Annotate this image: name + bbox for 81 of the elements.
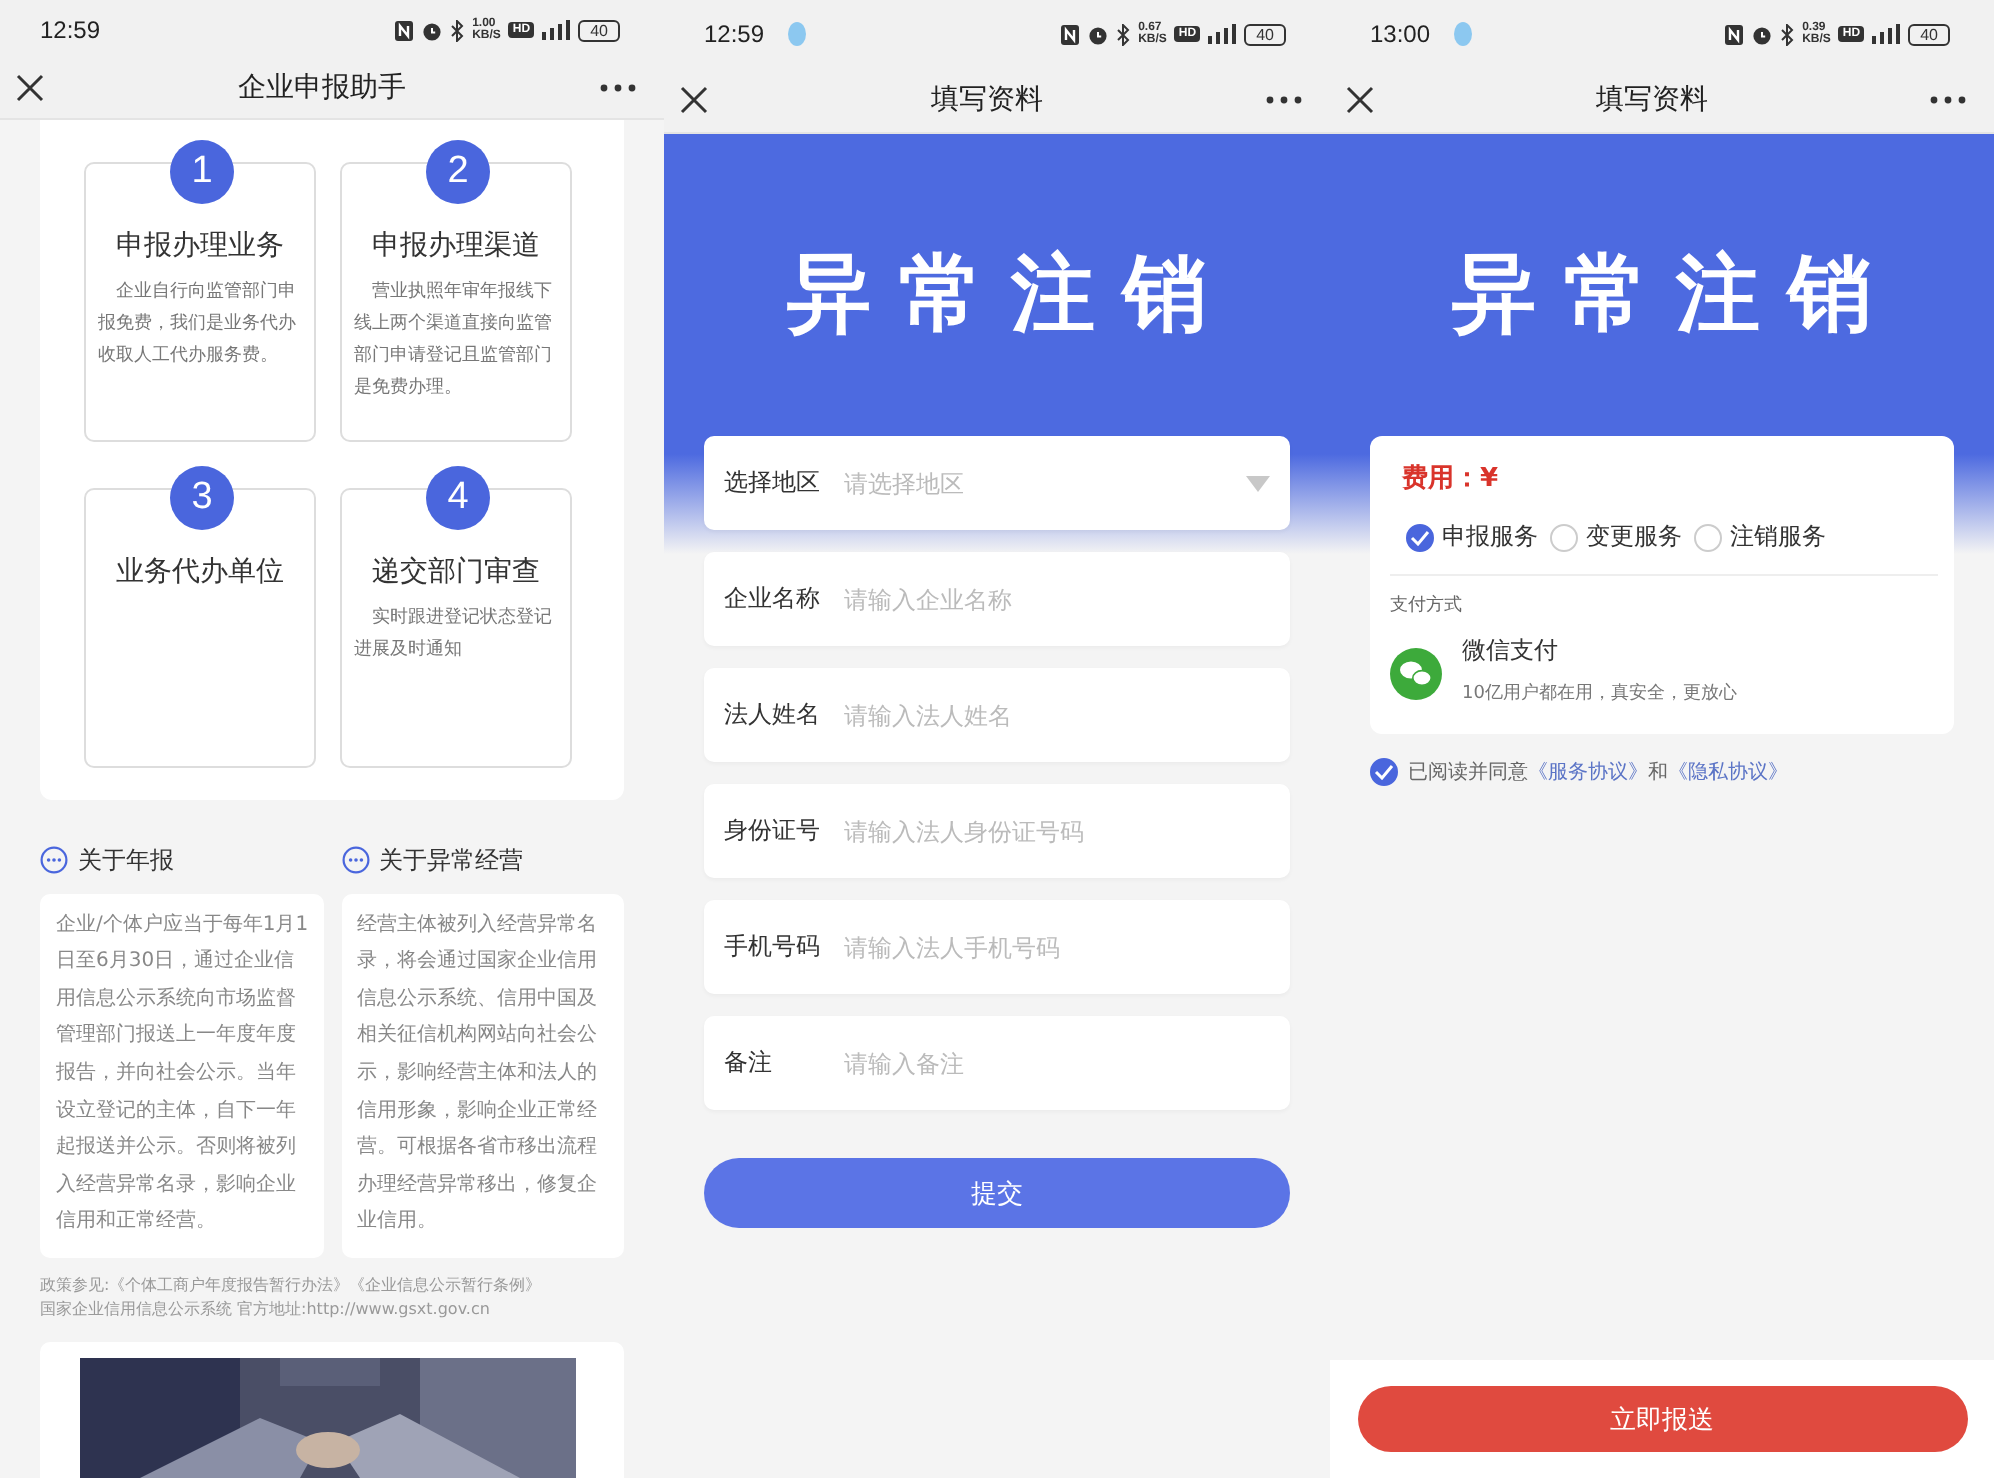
step-title: 业务代办单位 xyxy=(116,553,284,590)
more-icon[interactable] xyxy=(600,84,636,93)
field-label: 法人姓名 xyxy=(724,698,822,732)
status-time: 12:59 xyxy=(704,20,765,48)
nfc-icon xyxy=(394,19,415,42)
battery-level: 40 xyxy=(578,19,620,42)
field-label: 备注 xyxy=(724,1046,774,1080)
step-title: 递交部门审查 xyxy=(372,553,540,590)
more-icon[interactable] xyxy=(1266,96,1302,104)
step-description: 企业自行向监管部门申报免费，我们是业务代办收取人工代办服务费。 xyxy=(98,279,298,370)
info-icon xyxy=(341,846,369,875)
info-heading: 关于年报 xyxy=(78,843,174,878)
submit-button[interactable]: 提交 xyxy=(704,1158,1290,1228)
info-icon xyxy=(40,846,68,875)
payment-method-name[interactable]: 微信支付 xyxy=(1462,634,1558,668)
submit-button[interactable]: 立即报送 xyxy=(1357,1386,1967,1452)
page-title: 企业申报助手 xyxy=(236,70,408,107)
chat-bubbles-icon xyxy=(1390,648,1442,700)
step-number: 4 xyxy=(426,465,490,530)
step-number: 3 xyxy=(170,465,234,530)
input-field[interactable]: 请输入备注 xyxy=(844,1045,1270,1081)
signal-icon xyxy=(1208,24,1237,44)
signal-icon xyxy=(1872,24,1901,44)
bluetooth-icon xyxy=(1780,23,1795,45)
payment-method-note: 10亿用户都在用，真安全，更放心 xyxy=(1462,681,1737,706)
input-field[interactable]: 请输入企业名称 xyxy=(844,581,1270,617)
form-field[interactable]: 手机号码 请输入法人手机号码 xyxy=(704,900,1290,994)
banner-title: 异常注销 xyxy=(785,242,1237,332)
field-label: 企业名称 xyxy=(724,582,822,616)
bluetooth-icon xyxy=(450,19,465,42)
banner-title: 异常注销 xyxy=(1450,242,1902,332)
input-field[interactable]: 请输入法人姓名 xyxy=(844,697,1270,733)
more-icon[interactable] xyxy=(1930,96,1966,104)
policy-note: 国家企业信用信息公示系统 官方地址:http://www.gsxt.gov.cn xyxy=(40,1298,492,1322)
step-description: 营业执照年审年报线下线上两个渠道直接向监管部门申请登记且监管部门是免费办理。 xyxy=(354,279,554,402)
battery-level: 40 xyxy=(1908,23,1950,45)
fee-label: 费用：¥ xyxy=(1402,462,1499,496)
step-title: 申报办理渠道 xyxy=(372,227,540,264)
agreement-checkbox[interactable] xyxy=(1370,758,1398,786)
service-option[interactable]: 申报服务 xyxy=(1442,520,1538,554)
status-time: 13:00 xyxy=(1370,20,1431,48)
status-time: 12:59 xyxy=(40,16,101,45)
field-label: 选择地区 xyxy=(724,466,822,500)
form-field[interactable]: 备注 请输入备注 xyxy=(704,1016,1290,1110)
nfc-icon xyxy=(1060,23,1081,45)
input-field[interactable]: 请选择地区 xyxy=(844,465,1246,501)
form-field[interactable]: 法人姓名 请输入法人姓名 xyxy=(704,668,1290,762)
page-title: 填写资料 xyxy=(1594,82,1710,118)
service-option[interactable]: 注销服务 xyxy=(1730,520,1826,554)
info-text: 经营主体被列入经营异常名录，将会通过国家企业信用信息公示系统、信用中国及相关征信机构网站向社会公示，影响经营主体和法人的信用形象，影响企业正常经营。可根据各省市移出流程办理经营异常移出，修复企业信用。 xyxy=(341,893,624,1258)
input-field[interactable]: 请输入法人身份证号码 xyxy=(844,813,1270,849)
agreement-text: 已阅读并同意《服务协议》和《隐私协议》 xyxy=(1408,759,1788,786)
policy-note: 政策参见:《个体工商户年度报告暂行办法》《企业信息公示暂行条例》 xyxy=(40,1274,544,1298)
form-field[interactable]: 身份证号 请输入法人身份证号码 xyxy=(704,784,1290,878)
service-option[interactable]: 变更服务 xyxy=(1586,520,1682,554)
agreement-link[interactable]: 《服务协议》 xyxy=(1528,762,1648,784)
alarm-icon xyxy=(1752,23,1773,45)
close-icon[interactable] xyxy=(16,74,44,103)
step-number: 1 xyxy=(170,139,234,204)
info-heading: 关于异常经营 xyxy=(379,843,523,878)
step-description: 实时跟进登记状态登记进展及时通知 xyxy=(354,605,554,664)
close-icon[interactable] xyxy=(680,86,708,114)
signal-icon xyxy=(542,20,571,41)
input-field[interactable]: 请输入法人手机号码 xyxy=(844,929,1270,965)
battery-level: 40 xyxy=(1244,23,1286,45)
radio-button[interactable] xyxy=(1406,523,1434,551)
bluetooth-icon xyxy=(1116,23,1131,45)
form-field[interactable]: 企业名称 请输入企业名称 xyxy=(704,552,1290,646)
close-icon[interactable] xyxy=(1346,86,1374,114)
alarm-icon xyxy=(1088,23,1109,45)
agreement-link[interactable]: 《隐私协议》 xyxy=(1668,762,1788,784)
info-text: 企业/个体户应当于每年1月1日至6月30日，通过企业信用信息公示系统向市场监督管理部门报送上一年度年度报告，并向社会公示。当年设立登记的主体，自下一年起报送并公示。否则将被列入经营异常名录，影响企业信用和正常经营。 xyxy=(40,893,323,1258)
field-label: 手机号码 xyxy=(724,930,822,964)
step-number: 2 xyxy=(426,139,490,204)
section-label: 支付方式 xyxy=(1390,593,1462,618)
region-select[interactable]: 选择地区 请选择地区 xyxy=(704,436,1290,530)
field-label: 身份证号 xyxy=(724,814,822,848)
nfc-icon xyxy=(1724,23,1745,45)
alarm-icon xyxy=(422,19,443,42)
page-title: 填写资料 xyxy=(929,82,1045,118)
step-title: 申报办理业务 xyxy=(116,227,284,264)
